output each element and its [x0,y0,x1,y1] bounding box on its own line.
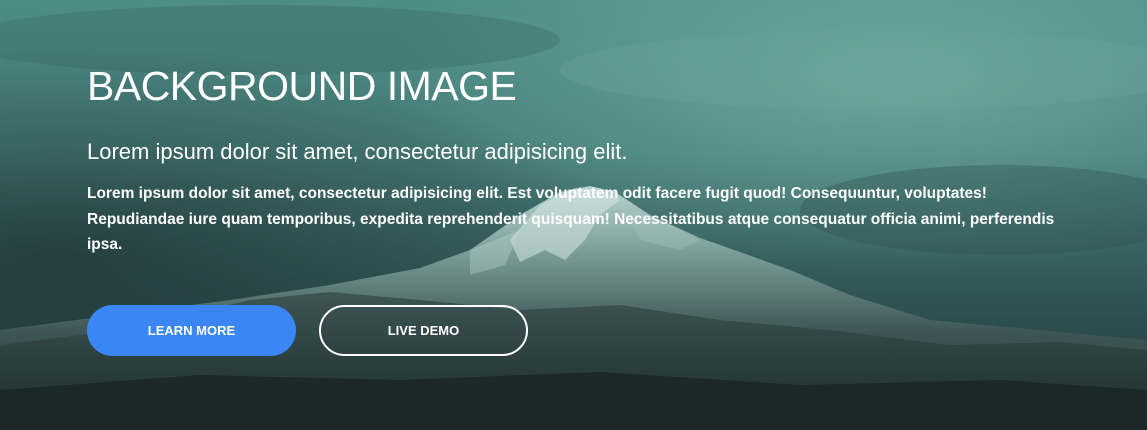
live-demo-button[interactable]: LIVE DEMO [319,305,528,356]
hero-subtitle: Lorem ipsum dolor sit amet, consectetur … [87,139,628,164]
hero-content: BACKGROUND IMAGE Lorem ipsum dolor sit a… [87,62,1077,258]
hero-button-group: LEARN MORE LIVE DEMO [87,305,528,356]
hero-section: BACKGROUND IMAGE Lorem ipsum dolor sit a… [0,0,1147,430]
hero-title: BACKGROUND IMAGE [87,63,517,109]
learn-more-button[interactable]: LEARN MORE [87,305,296,356]
hero-paragraph: Lorem ipsum dolor sit amet, consectetur … [87,185,1055,253]
